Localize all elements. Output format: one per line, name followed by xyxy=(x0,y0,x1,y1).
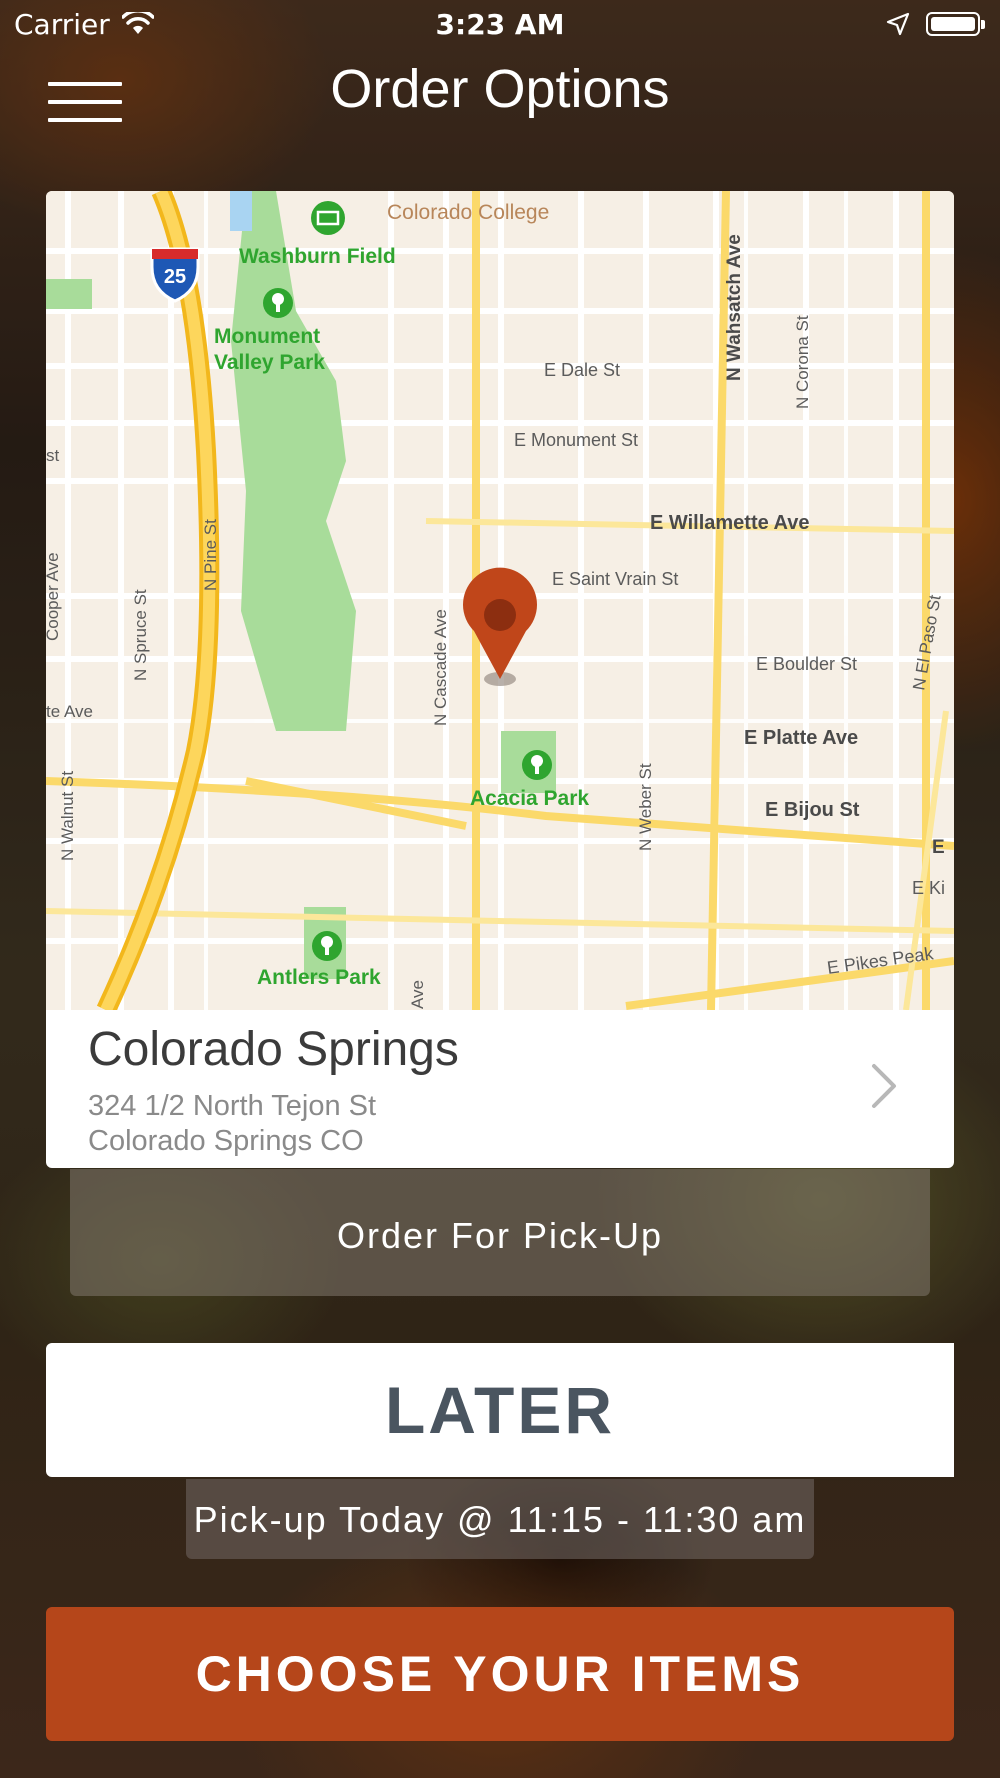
map-label-corona: N Corona St xyxy=(793,315,812,409)
map-label-te-ave: te Ave xyxy=(46,702,93,721)
map-label-spruce: N Spruce St xyxy=(131,589,150,681)
store-map[interactable]: 25 Colorado College Washburn Field Monum… xyxy=(46,191,954,1010)
map-label-monument-st: E Monument St xyxy=(514,430,638,450)
map-label-monument-2: Valley Park xyxy=(214,351,325,374)
map-label-washburn: Washburn Field xyxy=(239,245,396,268)
map-label-saint-vrain: E Saint Vrain St xyxy=(552,569,678,589)
map-label-weber: N Weber St xyxy=(636,763,655,851)
location-name: Colorado Springs xyxy=(88,1023,459,1076)
map-label-college: Colorado College xyxy=(387,201,549,224)
stadium-icon xyxy=(311,201,345,235)
location-card: 25 Colorado College Washburn Field Monum… xyxy=(46,191,954,1168)
map-label-dale: E Dale St xyxy=(544,360,620,380)
pickup-time-selector[interactable]: Pick-up Today @ 11:15 - 11:30 am xyxy=(186,1479,814,1559)
map-label-wahsatch: N Wahsatch Ave xyxy=(724,234,745,381)
map-label-st: st xyxy=(46,446,60,465)
battery-icon xyxy=(926,12,985,36)
status-bar: Carrier 3:23 AM xyxy=(0,0,1000,50)
map-label-platte: E Platte Ave xyxy=(744,727,858,749)
location-address-line2: Colorado Springs CO xyxy=(88,1125,364,1157)
interstate-number: 25 xyxy=(164,266,186,288)
park-tree-icon xyxy=(312,931,342,961)
map-label-monument-1: Monument xyxy=(214,325,320,348)
park-tree-icon xyxy=(522,750,552,780)
location-arrow-icon xyxy=(886,10,910,43)
map-label-cascade: N Cascade Ave xyxy=(431,609,450,726)
map-label-boulder: E Boulder St xyxy=(756,654,857,674)
map-label-cooper: Cooper Ave xyxy=(46,552,62,641)
choose-items-button[interactable]: CHOOSE YOUR ITEMS xyxy=(46,1607,954,1741)
later-button[interactable]: LATER xyxy=(46,1343,954,1477)
location-address-line1: 324 1/2 North Tejon St xyxy=(88,1090,377,1122)
chevron-right-icon[interactable] xyxy=(868,1062,900,1110)
map-label-ki: E Ki xyxy=(912,878,945,898)
order-pickup-button[interactable]: Order For Pick-Up xyxy=(70,1169,930,1296)
map-label-pine: N Pine St xyxy=(201,519,220,591)
status-time: 3:23 AM xyxy=(435,8,565,41)
location-panel[interactable]: Colorado Springs 324 1/2 North Tejon St … xyxy=(46,1010,954,1168)
map-label-acacia: Acacia Park xyxy=(470,787,589,810)
page-title: Order Options xyxy=(330,59,670,119)
map-label-e: E xyxy=(932,837,945,858)
park-tree-icon xyxy=(263,288,293,318)
map-label-willamette: E Willamette Ave xyxy=(650,512,810,534)
map-label-antlers: Antlers Park xyxy=(257,966,381,989)
map-label-bijou: E Bijou St xyxy=(765,799,860,821)
map-label-walnut: N Walnut St xyxy=(58,771,77,861)
map-label-ave: Ave xyxy=(408,980,427,1009)
